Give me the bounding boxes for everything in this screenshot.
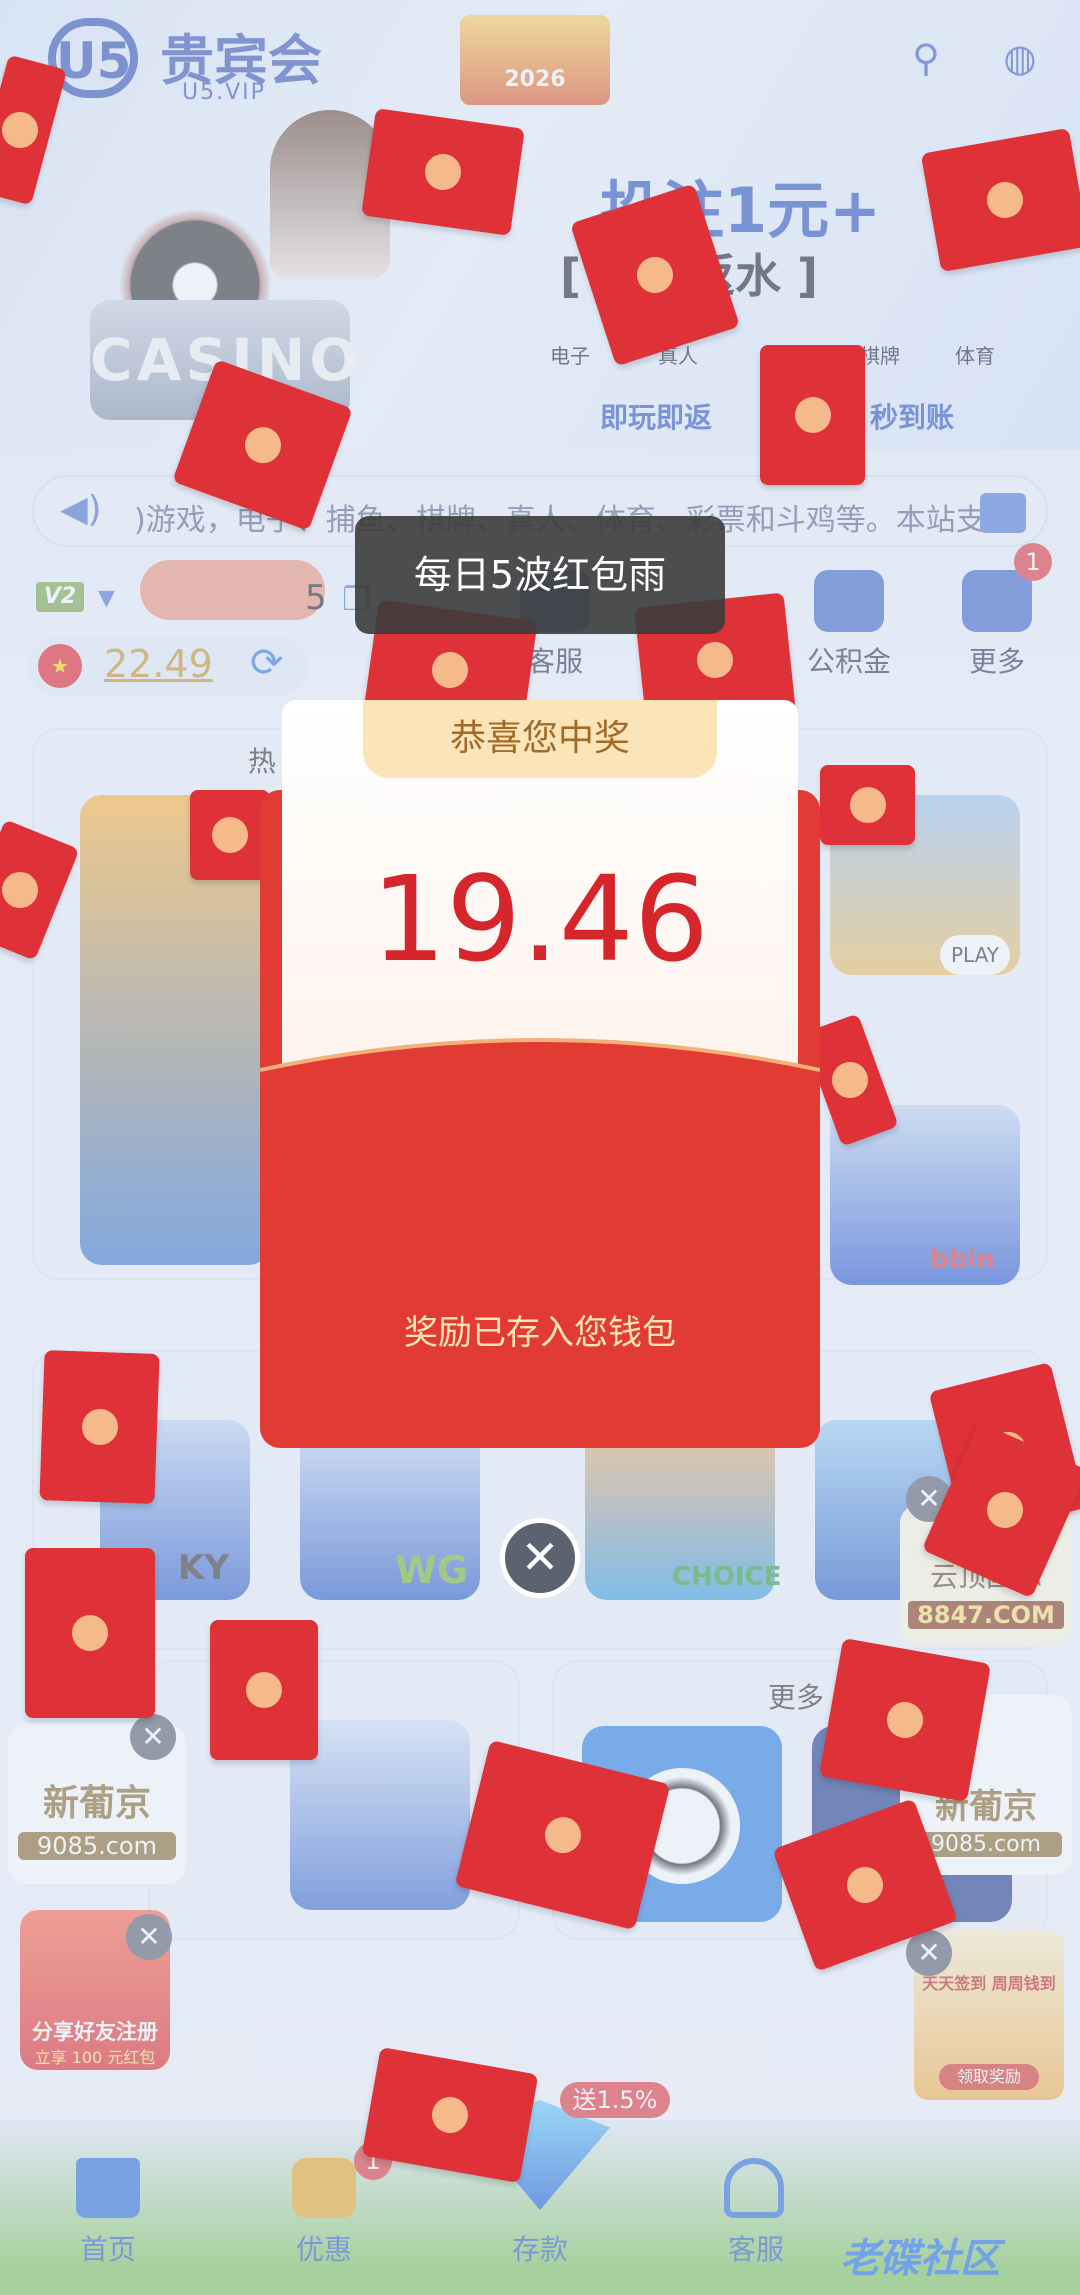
red-envelope[interactable] [760,345,865,485]
red-envelope[interactable] [25,1548,155,1718]
rain-toast: 每日5波红包雨 [355,516,725,634]
red-envelope[interactable] [820,765,915,845]
reward-message: 奖励已存入您钱包 [404,1313,676,1353]
reward-header: 恭喜您中奖 [363,700,717,778]
red-envelope[interactable] [818,1638,992,1802]
reward-amount: 19.46 [371,850,709,988]
envelope-flap [260,1038,820,1110]
close-modal-button[interactable]: ✕ [500,1518,580,1598]
red-envelope[interactable] [190,790,270,880]
red-envelope[interactable] [920,127,1080,273]
red-envelope[interactable] [361,108,525,236]
red-envelope[interactable] [210,1620,318,1760]
red-envelope[interactable] [39,1350,160,1504]
